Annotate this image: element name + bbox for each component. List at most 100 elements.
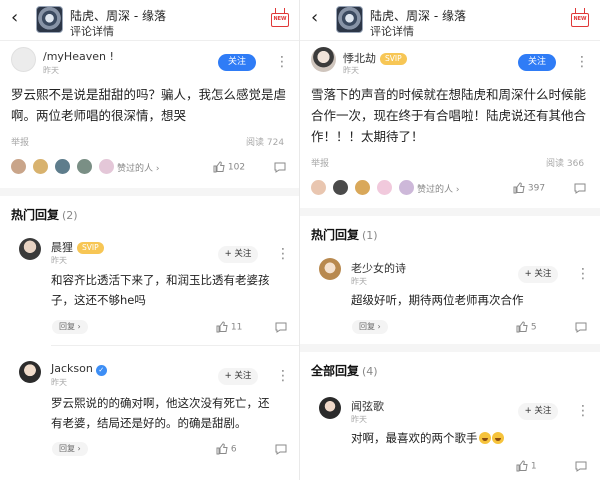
reply-text-line-1: 超级好听，期待两位老师再次合作 bbox=[351, 293, 524, 307]
reply-time: 昨天 bbox=[51, 256, 67, 265]
reply-button[interactable]: 回复 › bbox=[352, 320, 388, 334]
post-time: 昨天 bbox=[43, 66, 59, 75]
post-like-button[interactable]: 397 bbox=[513, 182, 545, 194]
album-cover-icon[interactable] bbox=[36, 6, 63, 33]
new-tv-icon[interactable]: NEW bbox=[570, 8, 590, 30]
liker-avatar bbox=[99, 159, 114, 174]
liker-avatar bbox=[377, 180, 392, 195]
reply-author[interactable]: Jackson ✓ bbox=[51, 362, 107, 376]
avatar[interactable] bbox=[11, 47, 36, 72]
top-bar: ‹ 陆虎、周深 - 缘落 评论详情 NEW bbox=[0, 0, 300, 40]
section-gap bbox=[300, 344, 600, 352]
post-author-name: 悸北劫 bbox=[343, 52, 376, 65]
album-cover-icon[interactable] bbox=[336, 6, 363, 33]
hot-replies-heading: 热门回复 (2) bbox=[11, 206, 78, 223]
reply-like-count: 1 bbox=[530, 461, 537, 472]
reply-author[interactable]: 闻弦歌 bbox=[351, 398, 384, 414]
reply-text-line-2: 有老婆，结局还是好的。的确是甜剧。 bbox=[51, 416, 247, 430]
grin-emoji-icon bbox=[491, 432, 504, 444]
post-like-count: 397 bbox=[527, 183, 546, 194]
reply-time: 昨天 bbox=[51, 378, 67, 387]
avatar[interactable] bbox=[319, 258, 341, 280]
more-vertical-icon[interactable]: ⋮ bbox=[576, 403, 590, 419]
all-replies-heading: 全部回复 (4) bbox=[311, 362, 378, 379]
back-arrow-icon[interactable]: ‹ bbox=[311, 9, 318, 27]
reply-author[interactable]: 老少女的诗 bbox=[351, 260, 406, 276]
comment-icon[interactable] bbox=[275, 322, 287, 333]
liked-people-link[interactable]: 赞过的人 › bbox=[417, 182, 459, 195]
more-vertical-icon[interactable]: ⋮ bbox=[576, 266, 590, 282]
read-count: 阅读 366 bbox=[546, 159, 585, 169]
more-vertical-icon[interactable]: ⋮ bbox=[575, 54, 589, 70]
comment-icon[interactable] bbox=[275, 444, 287, 455]
follow-button[interactable]: + 关注 bbox=[518, 266, 558, 283]
comment-icon[interactable] bbox=[575, 322, 587, 333]
reply-time: 昨天 bbox=[351, 277, 367, 286]
avatar[interactable] bbox=[19, 361, 41, 383]
right-comment-screen: ‹ 陆虎、周深 - 缘落 评论详情 NEW 悸北劫 SVIP 昨天 关注 ⋮ 雪落… bbox=[300, 0, 600, 480]
reply-button[interactable]: 回复 › bbox=[52, 442, 88, 456]
section-gap bbox=[0, 188, 300, 196]
liker-avatars[interactable]: 赞过的人 › bbox=[311, 180, 461, 196]
liker-avatar bbox=[11, 159, 26, 174]
reply-like-button[interactable]: 1 bbox=[516, 460, 537, 472]
post-like-count: 102 bbox=[227, 162, 246, 173]
reply-time: 昨天 bbox=[351, 415, 367, 424]
report-link[interactable]: 举报 bbox=[311, 156, 329, 169]
reply-like-button[interactable]: 6 bbox=[216, 443, 237, 455]
liker-avatar bbox=[355, 180, 370, 195]
reply-like-count: 5 bbox=[530, 322, 537, 333]
post-text-line-1: 罗云熙不是说是甜甜的吗？骗人，我怎么感觉是虐 bbox=[11, 87, 287, 102]
liker-avatar bbox=[33, 159, 48, 174]
liker-avatar bbox=[311, 180, 326, 195]
post-text-line-3: 作！！！太期待了！ bbox=[311, 129, 424, 144]
grin-emoji-icon bbox=[478, 432, 491, 444]
more-vertical-icon[interactable]: ⋮ bbox=[276, 246, 290, 262]
follow-button[interactable]: 关注 bbox=[518, 54, 556, 71]
reply-author-name: Jackson bbox=[51, 362, 93, 375]
liker-avatars[interactable]: 赞过的人 › bbox=[11, 159, 159, 175]
liker-avatar bbox=[55, 159, 70, 174]
comment-icon[interactable] bbox=[574, 183, 586, 194]
back-arrow-icon[interactable]: ‹ bbox=[11, 9, 18, 27]
reply-like-button[interactable]: 5 bbox=[516, 321, 537, 333]
avatar[interactable] bbox=[311, 47, 336, 72]
follow-button[interactable]: + 关注 bbox=[518, 403, 558, 420]
page-title: 评论详情 bbox=[370, 25, 414, 38]
follow-button[interactable]: 关注 bbox=[218, 54, 256, 71]
more-vertical-icon[interactable]: ⋮ bbox=[275, 54, 289, 70]
avatar[interactable] bbox=[19, 238, 41, 260]
thumb-up-icon bbox=[516, 460, 528, 472]
divider bbox=[300, 40, 600, 41]
thumb-up-icon bbox=[516, 321, 528, 333]
all-replies-count: (4) bbox=[362, 365, 378, 378]
post-time: 昨天 bbox=[343, 66, 359, 75]
svip-badge: SVIP bbox=[77, 242, 104, 254]
new-tv-icon[interactable]: NEW bbox=[270, 8, 290, 30]
reply-like-button[interactable]: 11 bbox=[216, 321, 242, 333]
hot-replies-title: 热门回复 bbox=[311, 228, 360, 242]
liker-avatar bbox=[399, 180, 414, 195]
new-badge-label: NEW bbox=[273, 16, 287, 22]
thumb-up-icon bbox=[213, 161, 225, 173]
reply-like-count: 11 bbox=[230, 322, 243, 333]
post-like-button[interactable]: 102 bbox=[213, 161, 245, 173]
post-author[interactable]: 悸北劫 SVIP bbox=[343, 50, 407, 66]
report-link[interactable]: 举报 bbox=[11, 135, 29, 148]
liker-avatar bbox=[77, 159, 92, 174]
post-author[interactable]: /myHeaven ! bbox=[43, 50, 114, 63]
reply-text-line-2: 子，这还不够he吗 bbox=[51, 293, 146, 307]
comment-icon[interactable] bbox=[274, 162, 286, 173]
comment-icon[interactable] bbox=[575, 461, 587, 472]
reply-button[interactable]: 回复 › bbox=[52, 320, 88, 334]
follow-button[interactable]: + 关注 bbox=[218, 368, 258, 385]
post-text-line-1: 雪落下的声音的时候就在想陆虎和周深什么时候能 bbox=[311, 87, 587, 102]
avatar[interactable] bbox=[319, 397, 341, 419]
hot-replies-heading: 热门回复 (1) bbox=[311, 226, 378, 243]
divider bbox=[0, 40, 300, 41]
liked-people-link[interactable]: 赞过的人 › bbox=[117, 161, 159, 174]
reply-author[interactable]: 晨狸 SVIP bbox=[51, 239, 104, 255]
follow-button[interactable]: + 关注 bbox=[218, 246, 258, 263]
song-title: 陆虎、周深 - 缘落 bbox=[70, 9, 166, 23]
more-vertical-icon[interactable]: ⋮ bbox=[276, 368, 290, 384]
